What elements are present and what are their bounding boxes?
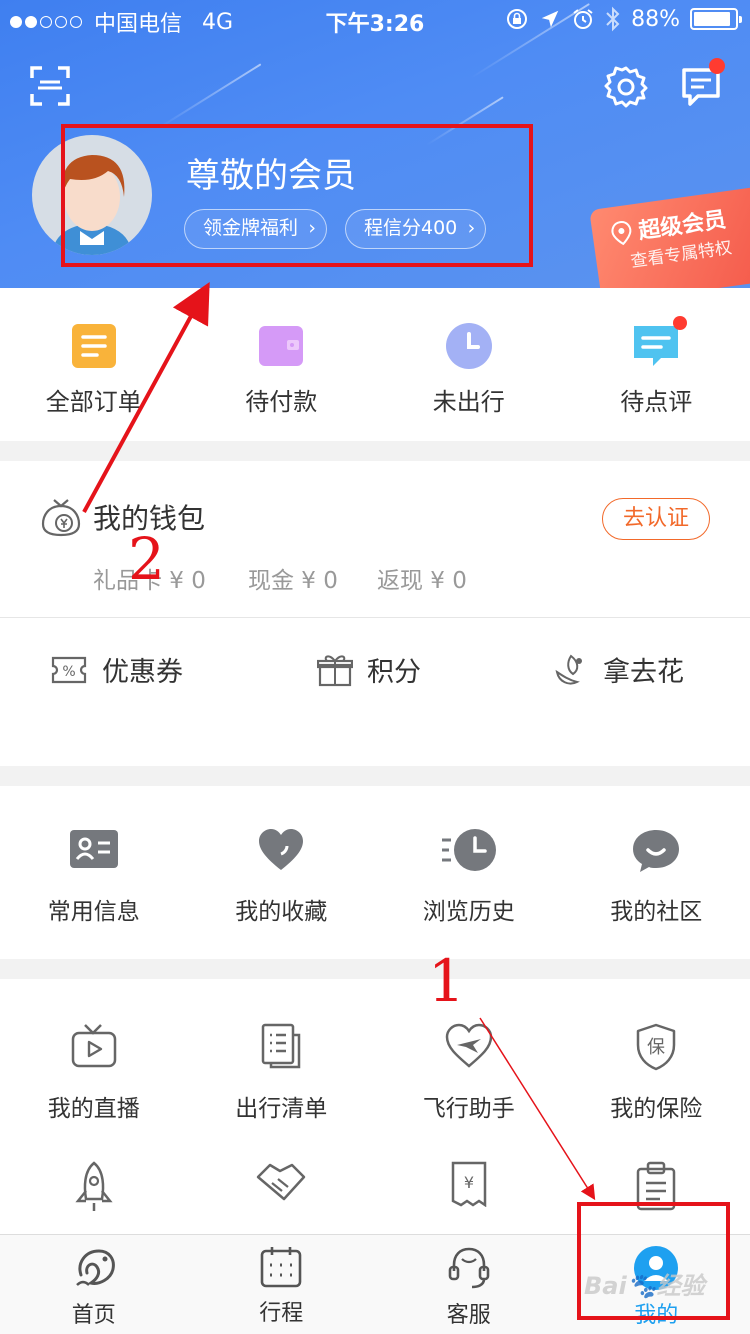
annotation-step-2: 2 (128, 525, 165, 593)
annotation-step-1: 1 (428, 947, 465, 1015)
arrow-to-member (82, 281, 210, 513)
arrow-to-tab (479, 1017, 596, 1201)
annotation-arrows (82, 281, 596, 1201)
